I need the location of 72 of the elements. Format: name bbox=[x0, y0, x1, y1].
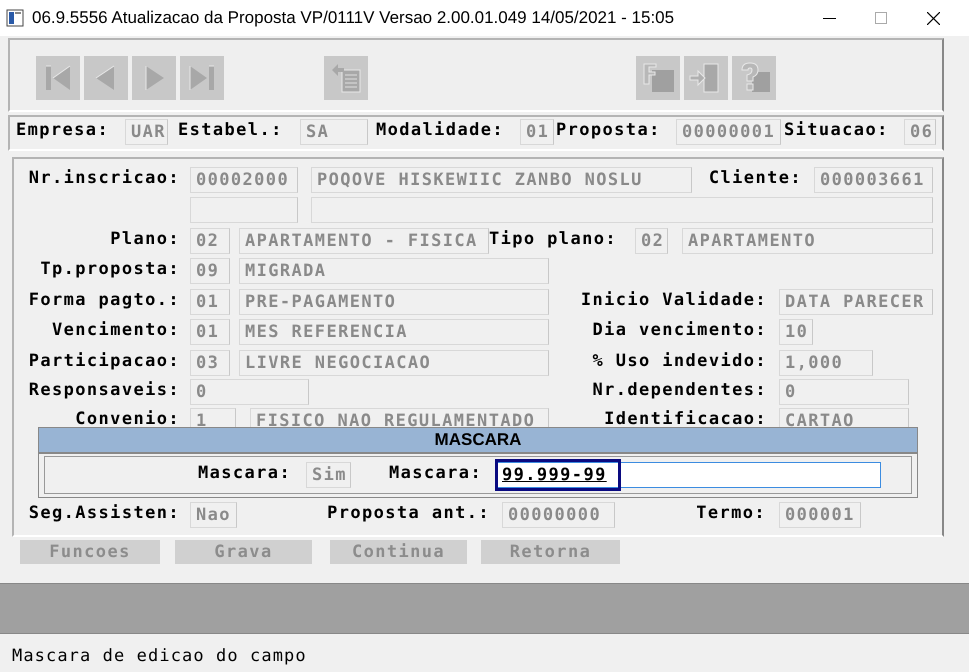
input-field[interactable]: Nao bbox=[190, 502, 237, 528]
input-field[interactable]: 01 bbox=[190, 289, 230, 315]
field-label: Modalidade: bbox=[376, 119, 505, 142]
field-label: Tp.proposta: bbox=[39, 258, 180, 281]
copy-button[interactable] bbox=[324, 56, 368, 100]
input-field[interactable]: APARTAMENTO bbox=[682, 228, 933, 254]
field-label: Mascara: bbox=[198, 462, 292, 485]
status-text: Mascara de edicao do campo bbox=[12, 646, 307, 666]
maximize-icon bbox=[875, 12, 887, 24]
field-label: Identificacao: bbox=[603, 408, 767, 431]
field-label: Nr.dependentes: bbox=[591, 379, 767, 402]
field-label: Mascara: bbox=[389, 462, 484, 485]
exit-door-button[interactable] bbox=[684, 56, 728, 100]
input-field[interactable]: 0 bbox=[190, 379, 309, 405]
first-record-button[interactable] bbox=[36, 56, 80, 100]
input-field[interactable]: Sim bbox=[306, 462, 351, 488]
close-icon bbox=[926, 12, 940, 24]
field-label: Termo: bbox=[695, 502, 766, 525]
input-field[interactable]: SA bbox=[300, 119, 368, 145]
field-label: Plano: bbox=[109, 228, 180, 251]
input-field[interactable]: 00002000 bbox=[190, 167, 298, 193]
dialog-title: MASCARA bbox=[39, 428, 917, 454]
field-label: Convenio: bbox=[74, 408, 180, 431]
field-label: % Uso indevido: bbox=[591, 350, 767, 373]
input-field[interactable]: MIGRADA bbox=[239, 258, 549, 284]
input-field[interactable]: UAR bbox=[125, 119, 168, 145]
input-field[interactable]: 0 bbox=[779, 379, 909, 405]
input-field[interactable]: 06 bbox=[904, 119, 936, 145]
help-button[interactable] bbox=[732, 56, 776, 100]
app-icon bbox=[6, 9, 24, 27]
next-button[interactable] bbox=[132, 56, 176, 100]
input-field[interactable]: DATA PARECER bbox=[779, 289, 933, 315]
input-field[interactable]: 10 bbox=[779, 319, 813, 345]
field-label: Participacao: bbox=[28, 350, 180, 373]
previous-button[interactable] bbox=[84, 56, 128, 100]
input-field[interactable]: 02 bbox=[190, 228, 230, 254]
f-document-button[interactable] bbox=[636, 56, 680, 100]
window-title: 06.9.5556 Atualizacao da Proposta VP/0111V Versao 2.00.01.049 14/05/2021 - 15:05 bbox=[32, 8, 674, 28]
field-label: Situacao: bbox=[784, 119, 890, 142]
input-field[interactable]: 09 bbox=[190, 258, 230, 284]
input-field[interactable]: POQOVE HISKEWIIC ZANBO NOSLU bbox=[311, 167, 692, 193]
field-label: Forma pagto.: bbox=[28, 289, 180, 312]
field-label: Seg.Assisten: bbox=[28, 502, 180, 525]
last-record-button[interactable] bbox=[180, 56, 224, 100]
input-field[interactable]: 03 bbox=[190, 350, 230, 376]
input-field[interactable]: 01 bbox=[520, 119, 554, 145]
selected-text: 99.999-99 bbox=[495, 458, 621, 490]
input-field[interactable]: LIVRE NEGOCIACAO bbox=[239, 350, 549, 376]
field-label: Cliente: bbox=[708, 167, 802, 190]
input-field[interactable]: 000003661 bbox=[814, 167, 933, 193]
input-field[interactable]: 02 bbox=[635, 228, 668, 254]
field-label: Proposta: bbox=[556, 119, 662, 142]
field-label: Inicio Validade: bbox=[580, 289, 767, 312]
input-field[interactable]: 00000000 bbox=[502, 502, 615, 528]
field-label: Dia vencimento: bbox=[591, 319, 767, 342]
field-label: Nr.inscricao: bbox=[28, 167, 180, 190]
input-field[interactable]: APARTAMENTO - FISICA bbox=[239, 228, 489, 254]
field-label: Tipo plano: bbox=[489, 228, 618, 251]
input-field[interactable]: 01 bbox=[190, 319, 230, 345]
input-field[interactable]: 00000001 bbox=[676, 119, 781, 145]
field-label: Empresa: bbox=[16, 119, 110, 142]
input-field[interactable]: MES REFERENCIA bbox=[239, 319, 549, 345]
input-field[interactable]: 1,000 bbox=[779, 350, 873, 376]
input-field[interactable]: PRE-PAGAMENTO bbox=[239, 289, 549, 315]
input-field[interactable]: 99.999-99 bbox=[495, 462, 881, 488]
field-label: Proposta ant.: bbox=[326, 502, 490, 525]
field-label: Estabel.: bbox=[178, 119, 284, 142]
input-field[interactable] bbox=[311, 197, 933, 223]
field-label: Vencimento: bbox=[51, 319, 180, 342]
field-label: Responsaveis: bbox=[28, 379, 180, 402]
input-field[interactable] bbox=[190, 197, 298, 223]
input-field[interactable]: 000001 bbox=[779, 502, 861, 528]
